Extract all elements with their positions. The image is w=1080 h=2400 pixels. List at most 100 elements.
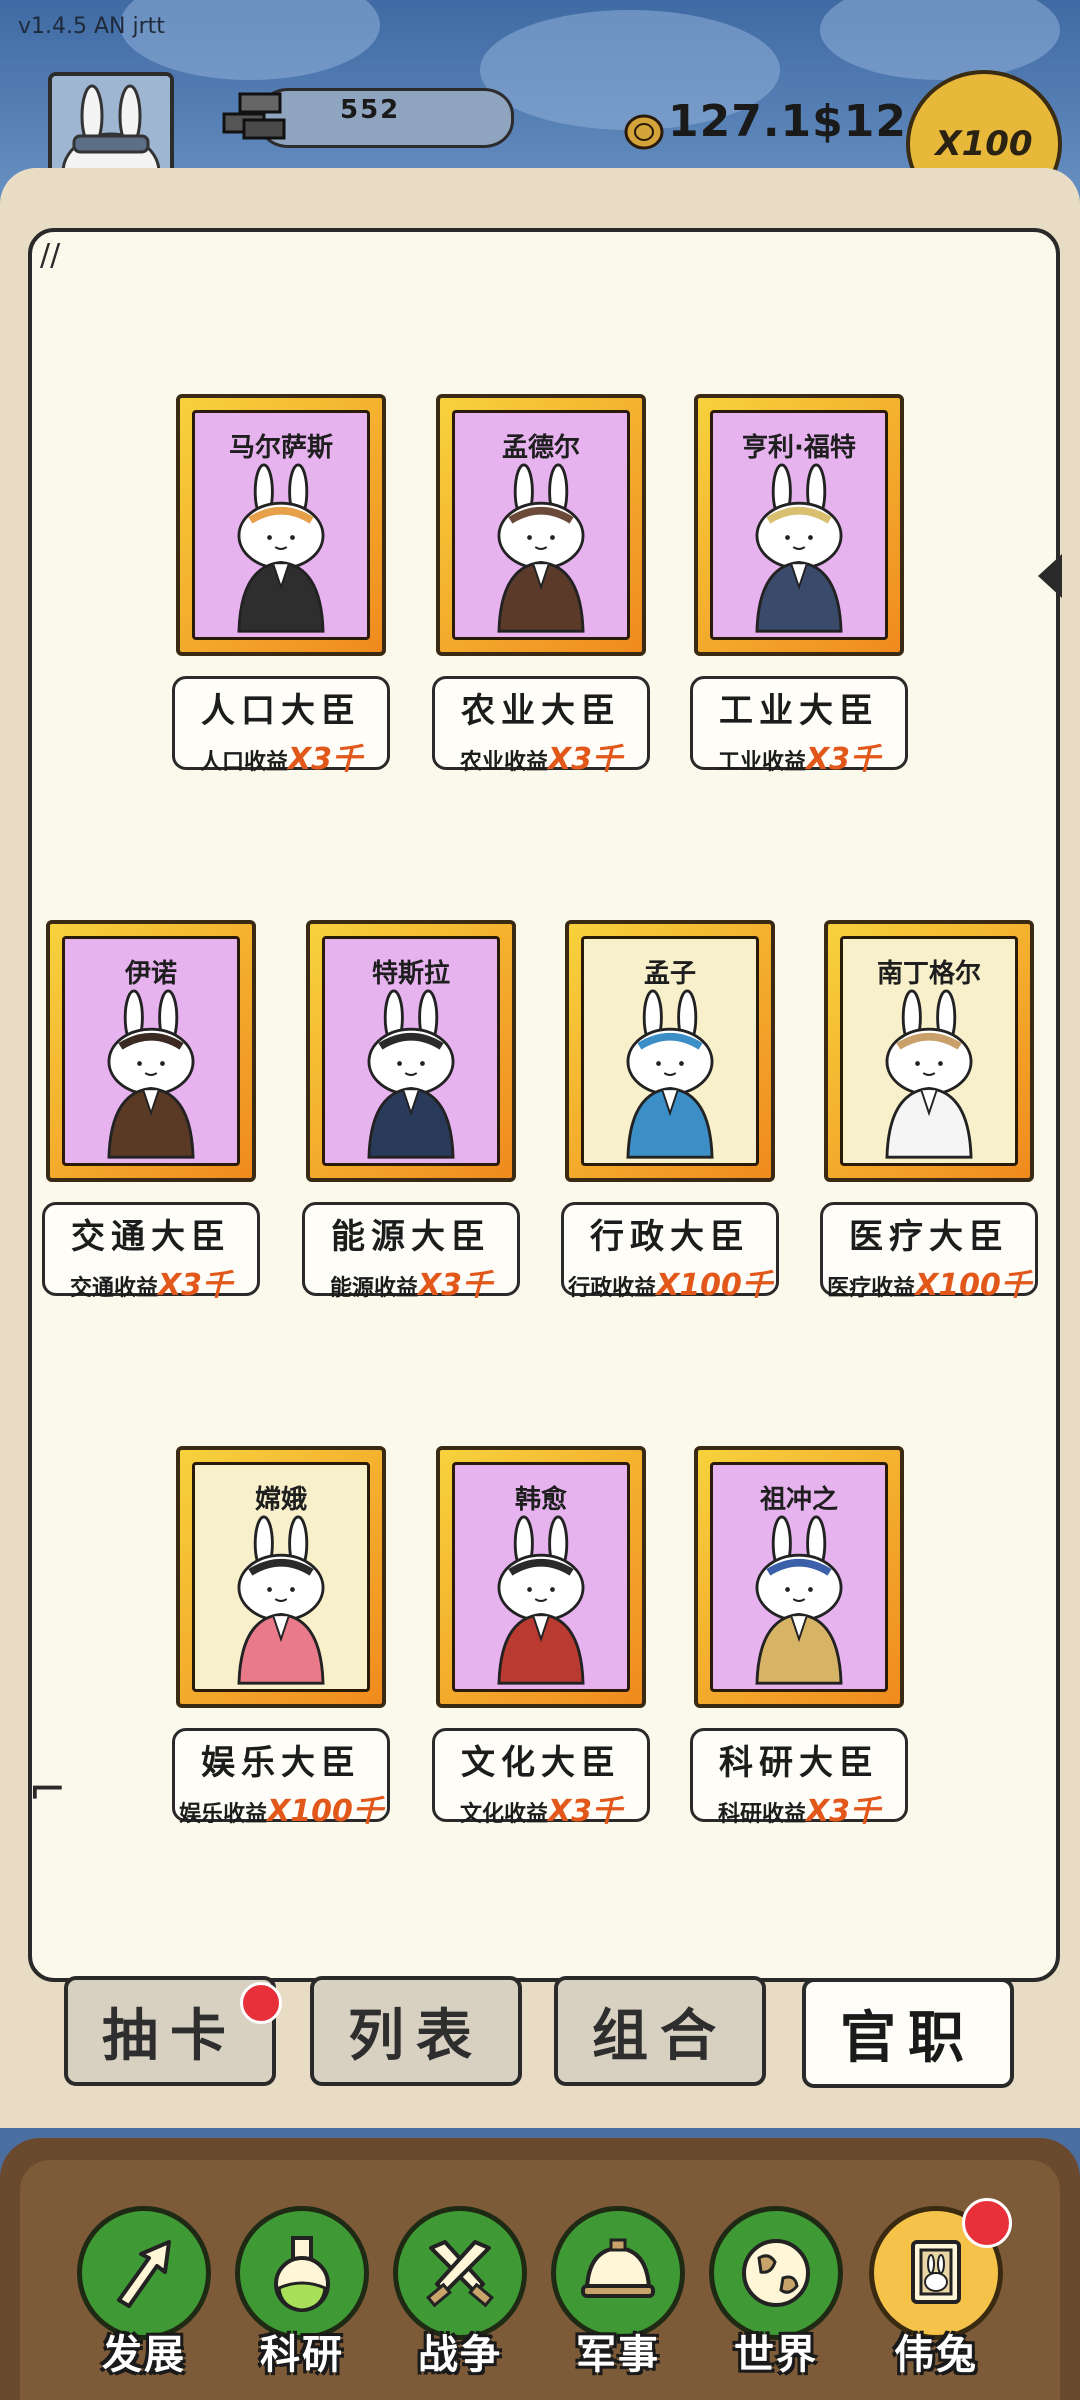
minister-title-box: 娱乐大臣娱乐收益X100千 — [172, 1728, 390, 1829]
tab-list[interactable]: 列表 — [310, 1976, 522, 2086]
minister-card[interactable]: 亨利·福特 工业大臣 工业收益X3千 — [690, 394, 910, 777]
nav-label: 战争 — [418, 2332, 502, 2378]
nav-research[interactable]: 科研 — [232, 2206, 372, 2386]
minister-card-portrait: 祖冲之 — [710, 1462, 888, 1692]
minister-title-box: 人口大臣人口收益X3千 — [172, 676, 390, 777]
rabbit-minister-icon — [497, 1515, 585, 1685]
nav-label: 军事 — [576, 2332, 660, 2378]
minister-title: 科研大臣 — [719, 1743, 879, 1783]
arrow-up-icon — [117, 2240, 171, 2308]
minister-card[interactable]: 伊诺交通大臣 交通收益X3千 — [42, 920, 262, 1303]
tab-combination[interactable]: 组合 — [554, 1976, 766, 2086]
income-boost: X100千 — [656, 1268, 772, 1303]
income-label: 医疗收益 — [827, 1276, 916, 1301]
minister-title: 文化大臣 — [461, 1743, 621, 1783]
tab-official-posts[interactable]: 官职 — [802, 1978, 1014, 2088]
draw-card-badge — [240, 1982, 282, 2024]
tab-label: 组合 — [592, 2003, 728, 2069]
minister-income: 医疗收益X100千 — [823, 1260, 1035, 1304]
income-label: 科研收益 — [717, 1802, 806, 1827]
nav-research-button[interactable] — [235, 2206, 369, 2340]
minister-title: 工业大臣 — [719, 691, 879, 731]
income-label: 人口收益 — [199, 750, 288, 775]
minister-card-frame[interactable]: 孟子 — [565, 920, 775, 1182]
nav-label: 发展 — [102, 2332, 186, 2378]
minister-card-portrait: 伊诺 — [62, 936, 240, 1166]
minister-card-portrait: 孟德尔 — [452, 410, 630, 640]
minister-card[interactable]: 孟子行政大臣 行政收益X100千 — [561, 920, 781, 1303]
minister-title: 农业大臣 — [461, 691, 621, 731]
tab-label: 抽卡 — [102, 2003, 238, 2069]
nav-label: 科研 — [260, 2332, 344, 2378]
nav-world-button[interactable] — [709, 2206, 843, 2340]
minister-title-box: 医疗大臣 医疗收益X100千 — [820, 1202, 1038, 1303]
nav-world[interactable]: 世界 — [706, 2206, 846, 2386]
minister-income: 行政收益X100千 — [564, 1260, 776, 1304]
minister-card-frame[interactable]: 亨利·福特 — [694, 394, 904, 656]
minister-title-box: 交通大臣 交通收益X3千 — [42, 1202, 260, 1303]
income-label: 交通收益 — [69, 1276, 158, 1301]
minister-income: 文化收益X3千 — [435, 1786, 647, 1830]
income-label: 农业收益 — [459, 750, 548, 775]
income-label: 工业收益 — [717, 750, 806, 775]
rabbit-minister-icon — [755, 1515, 843, 1685]
minister-title-box: 能源大臣 能源收益X3千 — [302, 1202, 520, 1303]
minister-card[interactable]: 孟德尔 农业大臣 农业收益X3千 — [432, 394, 652, 777]
rabbit-portrait-icon — [911, 2240, 961, 2304]
income-label: 文化收益 — [459, 1802, 548, 1827]
minister-card[interactable]: 特斯拉能源大臣 能源收益X3千 — [302, 920, 522, 1303]
income-boost: X3千 — [288, 742, 363, 777]
minister-income: 农业收益X3千 — [435, 734, 647, 778]
minister-card-frame[interactable]: 特斯拉 — [306, 920, 516, 1182]
minister-card-frame[interactable]: 伊诺 — [46, 920, 256, 1182]
minister-card[interactable]: 祖冲之科研大臣 科研收益X3千 — [690, 1446, 910, 1829]
income-boost: X3千 — [418, 1268, 493, 1303]
great-rabbit-badge — [962, 2198, 1012, 2248]
resource-value: 552 — [340, 95, 401, 125]
rabbit-minister-icon — [107, 989, 195, 1159]
minister-card-portrait: 马尔萨斯 — [192, 410, 370, 640]
globe-icon — [742, 2239, 810, 2307]
nav-military[interactable]: 军事 — [548, 2206, 688, 2386]
minister-card-frame[interactable]: 孟德尔 — [436, 394, 646, 656]
minister-title: 娱乐大臣 — [201, 1743, 361, 1783]
minister-title-box: 农业大臣 农业收益X3千 — [432, 676, 650, 777]
minister-title-box: 工业大臣 工业收益X3千 — [690, 676, 908, 777]
minister-card-portrait: 南丁格尔 — [840, 936, 1018, 1166]
minister-income: 工业收益X3千 — [693, 734, 905, 778]
minister-card-frame[interactable]: 南丁格尔 — [824, 920, 1034, 1182]
minister-income: 能源收益X3千 — [305, 1260, 517, 1304]
crossed-swords-icon — [426, 2240, 494, 2308]
minister-title: 行政大臣 — [590, 1217, 750, 1257]
rabbit-minister-icon — [367, 989, 455, 1159]
minister-card-frame[interactable]: 韩愈 — [436, 1446, 646, 1708]
nav-military-button[interactable] — [551, 2206, 685, 2340]
nav-war-button[interactable] — [393, 2206, 527, 2340]
nav-war[interactable]: 战争 — [390, 2206, 530, 2386]
paper-corner-mark: // — [40, 238, 61, 273]
flask-icon — [274, 2236, 330, 2312]
minister-title: 医疗大臣 — [849, 1217, 1009, 1257]
minister-card[interactable]: 韩愈文化大臣 文化收益X3千 — [432, 1446, 652, 1829]
minister-title: 人口大臣 — [201, 691, 361, 731]
income-boost: X3千 — [548, 742, 623, 777]
nav-develop[interactable]: 发展 — [74, 2206, 214, 2386]
nav-label: 伟兔 — [894, 2332, 978, 2378]
minister-card[interactable]: 南丁格尔医疗大臣 医疗收益X100千 — [820, 920, 1040, 1303]
minister-title-box: 文化大臣 文化收益X3千 — [432, 1728, 650, 1829]
minister-card-portrait: 亨利·福特 — [710, 410, 888, 640]
minister-card-portrait: 特斯拉 — [322, 936, 500, 1166]
rabbit-minister-icon — [755, 463, 843, 633]
income-label: 娱乐收益 — [179, 1802, 268, 1827]
minister-card[interactable]: 马尔萨斯人口大臣人口收益X3千 — [172, 394, 392, 777]
income-boost: X100千 — [267, 1794, 383, 1829]
minister-income: 科研收益X3千 — [693, 1786, 905, 1830]
minister-card-frame[interactable]: 祖冲之 — [694, 1446, 904, 1708]
minister-card-frame[interactable]: 马尔萨斯 — [176, 394, 386, 656]
minister-card[interactable]: 嫦娥娱乐大臣娱乐收益X100千 — [172, 1446, 392, 1829]
minister-card-frame[interactable]: 嫦娥 — [176, 1446, 386, 1708]
income-label: 能源收益 — [329, 1276, 418, 1301]
nav-develop-button[interactable] — [77, 2206, 211, 2340]
income-boost: X3千 — [806, 742, 881, 777]
minister-income: 交通收益X3千 — [45, 1260, 257, 1304]
